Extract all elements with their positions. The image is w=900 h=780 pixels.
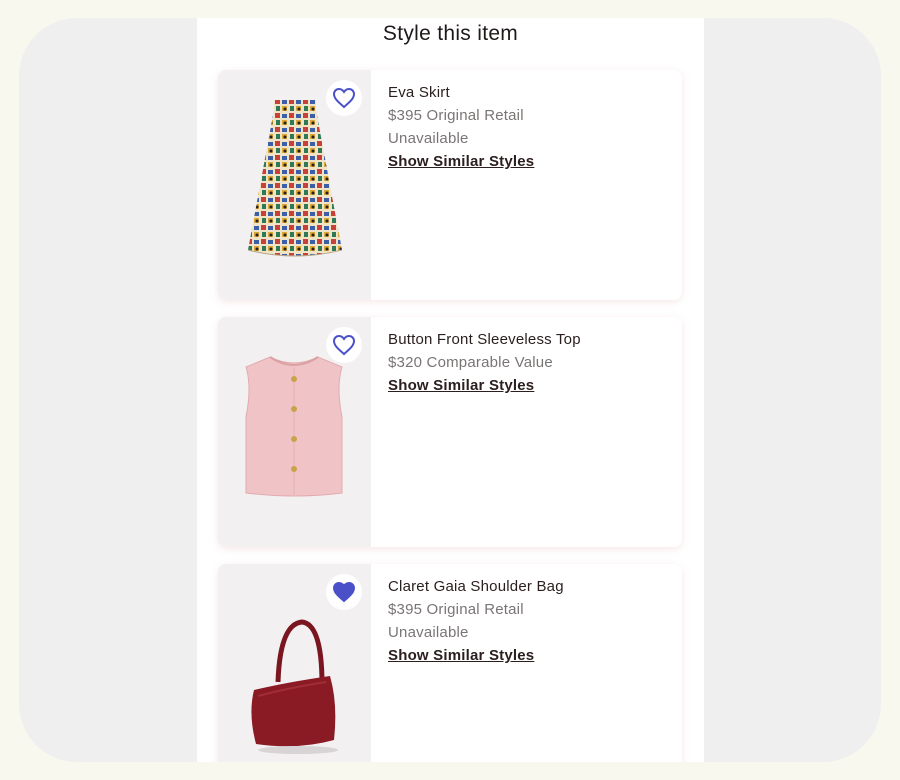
product-info: Eva Skirt $395 Original Retail Unavailab… [388, 84, 672, 171]
show-similar-styles-link[interactable]: Show Similar Styles [388, 153, 534, 170]
favorite-button[interactable] [326, 327, 362, 363]
product-name: Claret Gaia Shoulder Bag [388, 578, 564, 595]
product-image[interactable] [218, 317, 371, 547]
product-card[interactable]: Eva Skirt $395 Original Retail Unavailab… [218, 70, 682, 300]
favorite-button[interactable] [326, 574, 362, 610]
heart-outline-icon [332, 334, 356, 356]
product-status: Unavailable [388, 130, 469, 147]
product-price: $395 Original Retail [388, 107, 524, 124]
favorite-button[interactable] [326, 80, 362, 116]
product-price: $395 Original Retail [388, 601, 524, 618]
product-card[interactable]: Claret Gaia Shoulder Bag $395 Original R… [218, 564, 682, 762]
style-panel: Style this item Eva Skirt $395 Original … [197, 18, 704, 762]
product-status: Unavailable [388, 624, 469, 641]
page-title: Style this item [382, 22, 519, 45]
heart-filled-icon [332, 581, 356, 603]
product-name: Button Front Sleeveless Top [388, 331, 581, 348]
show-similar-styles-link[interactable]: Show Similar Styles [388, 377, 534, 394]
product-image[interactable] [218, 70, 371, 300]
product-info: Button Front Sleeveless Top $320 Compara… [388, 331, 672, 395]
app-frame: Style this item Eva Skirt $395 Original … [19, 18, 881, 762]
heart-outline-icon [332, 87, 356, 109]
product-card[interactable]: Button Front Sleeveless Top $320 Compara… [218, 317, 682, 547]
product-price: $320 Comparable Value [388, 354, 553, 371]
product-name: Eva Skirt [388, 84, 450, 101]
product-image[interactable] [218, 564, 371, 762]
product-info: Claret Gaia Shoulder Bag $395 Original R… [388, 578, 672, 665]
show-similar-styles-link[interactable]: Show Similar Styles [388, 647, 534, 664]
